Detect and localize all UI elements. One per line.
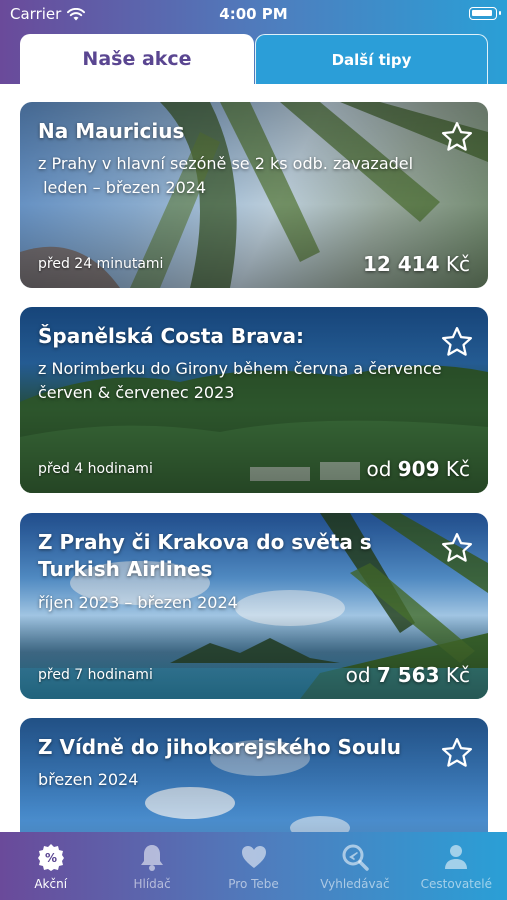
status-bar: Carrier 4:00 PM xyxy=(0,0,507,30)
bottom-tab-bar: % Akční Hlídač Pro Tebe Vyhledávač Cesto… xyxy=(0,832,507,900)
tabbar-item-hlidac[interactable]: Hlídač xyxy=(101,832,202,900)
card-title: Z Prahy či Krakova do světa s Turkish Ai… xyxy=(38,530,372,581)
segment-tabs: Naše akce Další tipy xyxy=(20,34,488,84)
svg-text:%: % xyxy=(45,851,57,865)
tabbar-item-vyhledavac[interactable]: Vyhledávač xyxy=(304,832,405,900)
status-time: 4:00 PM xyxy=(219,5,288,23)
tab-dalsi-tipy[interactable]: Další tipy xyxy=(255,34,488,84)
tabbar-label: Cestovatelé xyxy=(420,877,492,891)
card-description: z Prahy v hlavní sezóně se 2 ks odb. zav… xyxy=(38,154,414,197)
deal-card[interactable]: Španělská Costa Brava: z Norimberku do G… xyxy=(20,307,488,493)
card-posted-time: před 24 minutami xyxy=(38,256,164,272)
card-title: Na Mauricius xyxy=(38,119,185,143)
tabbar-item-cestovatele[interactable]: Cestovatelé xyxy=(406,832,507,900)
card-price: 12 414 Kč xyxy=(362,252,470,276)
card-price: od 909 Kč xyxy=(366,457,470,481)
card-description: z Norimberku do Girony během června a če… xyxy=(38,359,442,402)
heart-icon xyxy=(241,846,266,868)
tabbar-label: Pro Tebe xyxy=(228,877,279,891)
card-title: Španělská Costa Brava: xyxy=(38,324,305,348)
star-icon[interactable] xyxy=(440,531,474,565)
card-price: od 7 563 Kč xyxy=(345,663,470,687)
deal-card[interactable]: Z Prahy či Krakova do světa s Turkish Ai… xyxy=(20,513,488,699)
badge-percent-icon: % xyxy=(37,844,64,871)
tabbar-label: Vyhledávač xyxy=(320,877,390,891)
header: Carrier 4:00 PM Naše akce Další tipy xyxy=(0,0,507,84)
battery-icon xyxy=(469,7,501,20)
deals-list[interactable]: Na Mauricius z Prahy v hlavní sezóně se … xyxy=(0,84,507,832)
star-icon[interactable] xyxy=(440,325,474,359)
card-description: březen 2024 xyxy=(38,770,139,789)
search-flight-icon xyxy=(342,844,369,871)
star-icon[interactable] xyxy=(440,736,474,770)
tabbar-label: Hlídač xyxy=(133,877,171,891)
card-posted-time: před 4 hodinami xyxy=(38,461,153,477)
bell-icon xyxy=(141,845,164,871)
star-icon[interactable] xyxy=(440,120,474,154)
tabbar-item-akcni[interactable]: % Akční xyxy=(0,832,101,900)
deal-card[interactable]: Na Mauricius z Prahy v hlavní sezóně se … xyxy=(20,102,488,288)
deal-card[interactable]: Z Vídně do jihokorejského Soulu březen 2… xyxy=(20,718,488,832)
tabbar-label: Akční xyxy=(34,877,68,891)
user-icon xyxy=(445,845,468,869)
tab-nase-akce[interactable]: Naše akce xyxy=(20,34,254,84)
card-posted-time: před 7 hodinami xyxy=(38,667,153,683)
card-title: Z Vídně do jihokorejského Soulu xyxy=(38,735,402,759)
tabbar-item-pro-tebe[interactable]: Pro Tebe xyxy=(203,832,304,900)
card-description: říjen 2023 – březen 2024 xyxy=(38,593,238,612)
